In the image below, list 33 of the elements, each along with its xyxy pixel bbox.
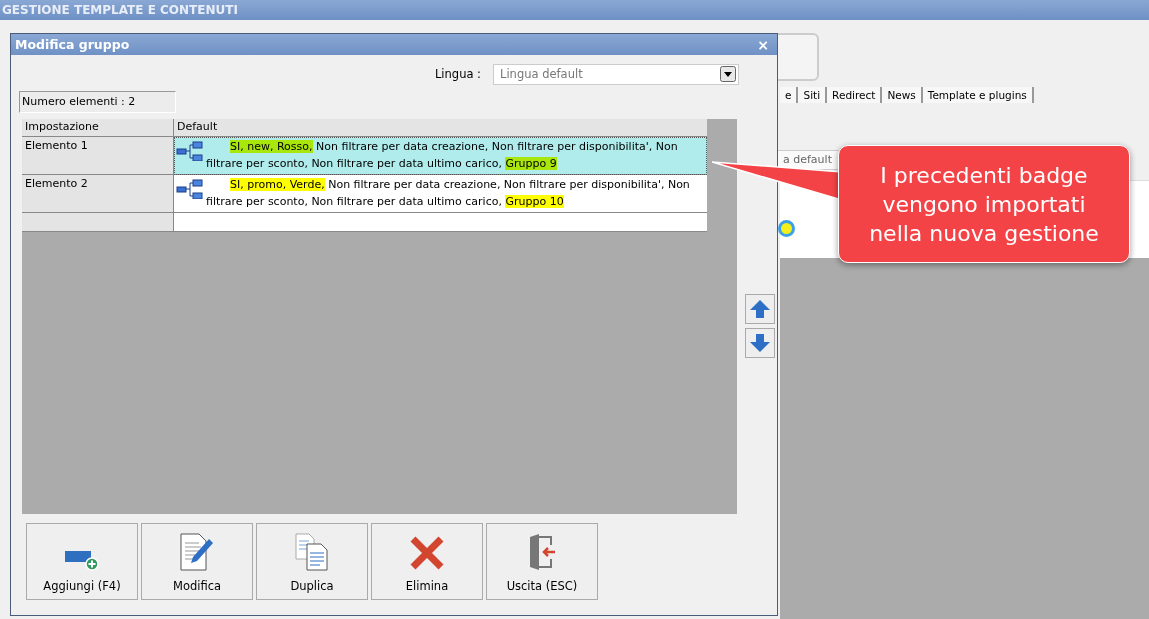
column-header: Impostazione	[22, 119, 174, 137]
document-pencil-icon	[179, 533, 215, 571]
tree-icon	[176, 179, 204, 199]
language-value: Lingua default	[500, 67, 583, 81]
element-description: SI, promo, Verde, Non filtrare per data creazione, Non filtrare per disponibilita', Non filtrare per sconto, Non filtrare per data ultimo carico, Gruppo 10	[206, 177, 691, 210]
dialog-title: Modifica gruppo	[15, 37, 130, 52]
app-tab[interactable]: News	[882, 87, 923, 103]
language-dropdown[interactable]: Lingua default	[493, 63, 739, 85]
callout-bubble: I precedenti badge vengono importati nella nuova gestione	[838, 145, 1130, 263]
copy-documents-icon	[295, 533, 329, 571]
language-label: Lingua :	[434, 67, 481, 81]
table-cell[interactable]: SI, promo, Verde, Non filtrare per data creazione, Non filtrare per disponibilita', Non filtrare per sconto, Non filtrare per data ultimo carico, Gruppo 10	[174, 175, 707, 213]
app-tab[interactable]: Template e plugins	[922, 87, 1034, 103]
toolbar-button[interactable]: Duplica	[256, 523, 368, 600]
app-tab[interactable]: Redirect	[827, 87, 883, 103]
row-header-cell: Elemento 1	[22, 137, 174, 175]
move-up-button[interactable]	[745, 294, 775, 324]
element-count: Numero elementi : 2	[19, 91, 176, 113]
toolbar-button[interactable]: Uscita (ESC)	[486, 523, 598, 600]
delete-x-icon	[409, 535, 445, 571]
toolbar-button[interactable]: Aggiungi (F4)	[26, 523, 138, 600]
move-down-button[interactable]	[745, 328, 775, 358]
toolbar-button[interactable]: Elimina	[371, 523, 483, 600]
table-cell[interactable]: SI, new, Rosso, Non filtrare per data creazione, Non filtrare per disponibilita', Non filtrare per sconto, Non filtrare per data ultimo carico, Gruppo 9	[174, 137, 707, 175]
column-header: Default	[174, 119, 707, 137]
toolbar-button[interactable]: Modifica	[141, 523, 253, 600]
element-description: SI, new, Rosso, Non filtrare per data creazione, Non filtrare per disponibilita', Non filtrare per sconto, Non filtrare per data ultimo carico, Gruppo 9	[206, 139, 679, 172]
app-tab[interactable]: e	[780, 87, 799, 103]
exit-door-icon	[527, 533, 557, 571]
row-header-cell: Elemento 2	[22, 175, 174, 213]
app-tab[interactable]: Siti	[798, 87, 828, 103]
app-title: GESTIONE TEMPLATE E CONTENUTI	[2, 3, 238, 17]
tree-icon	[176, 141, 204, 161]
